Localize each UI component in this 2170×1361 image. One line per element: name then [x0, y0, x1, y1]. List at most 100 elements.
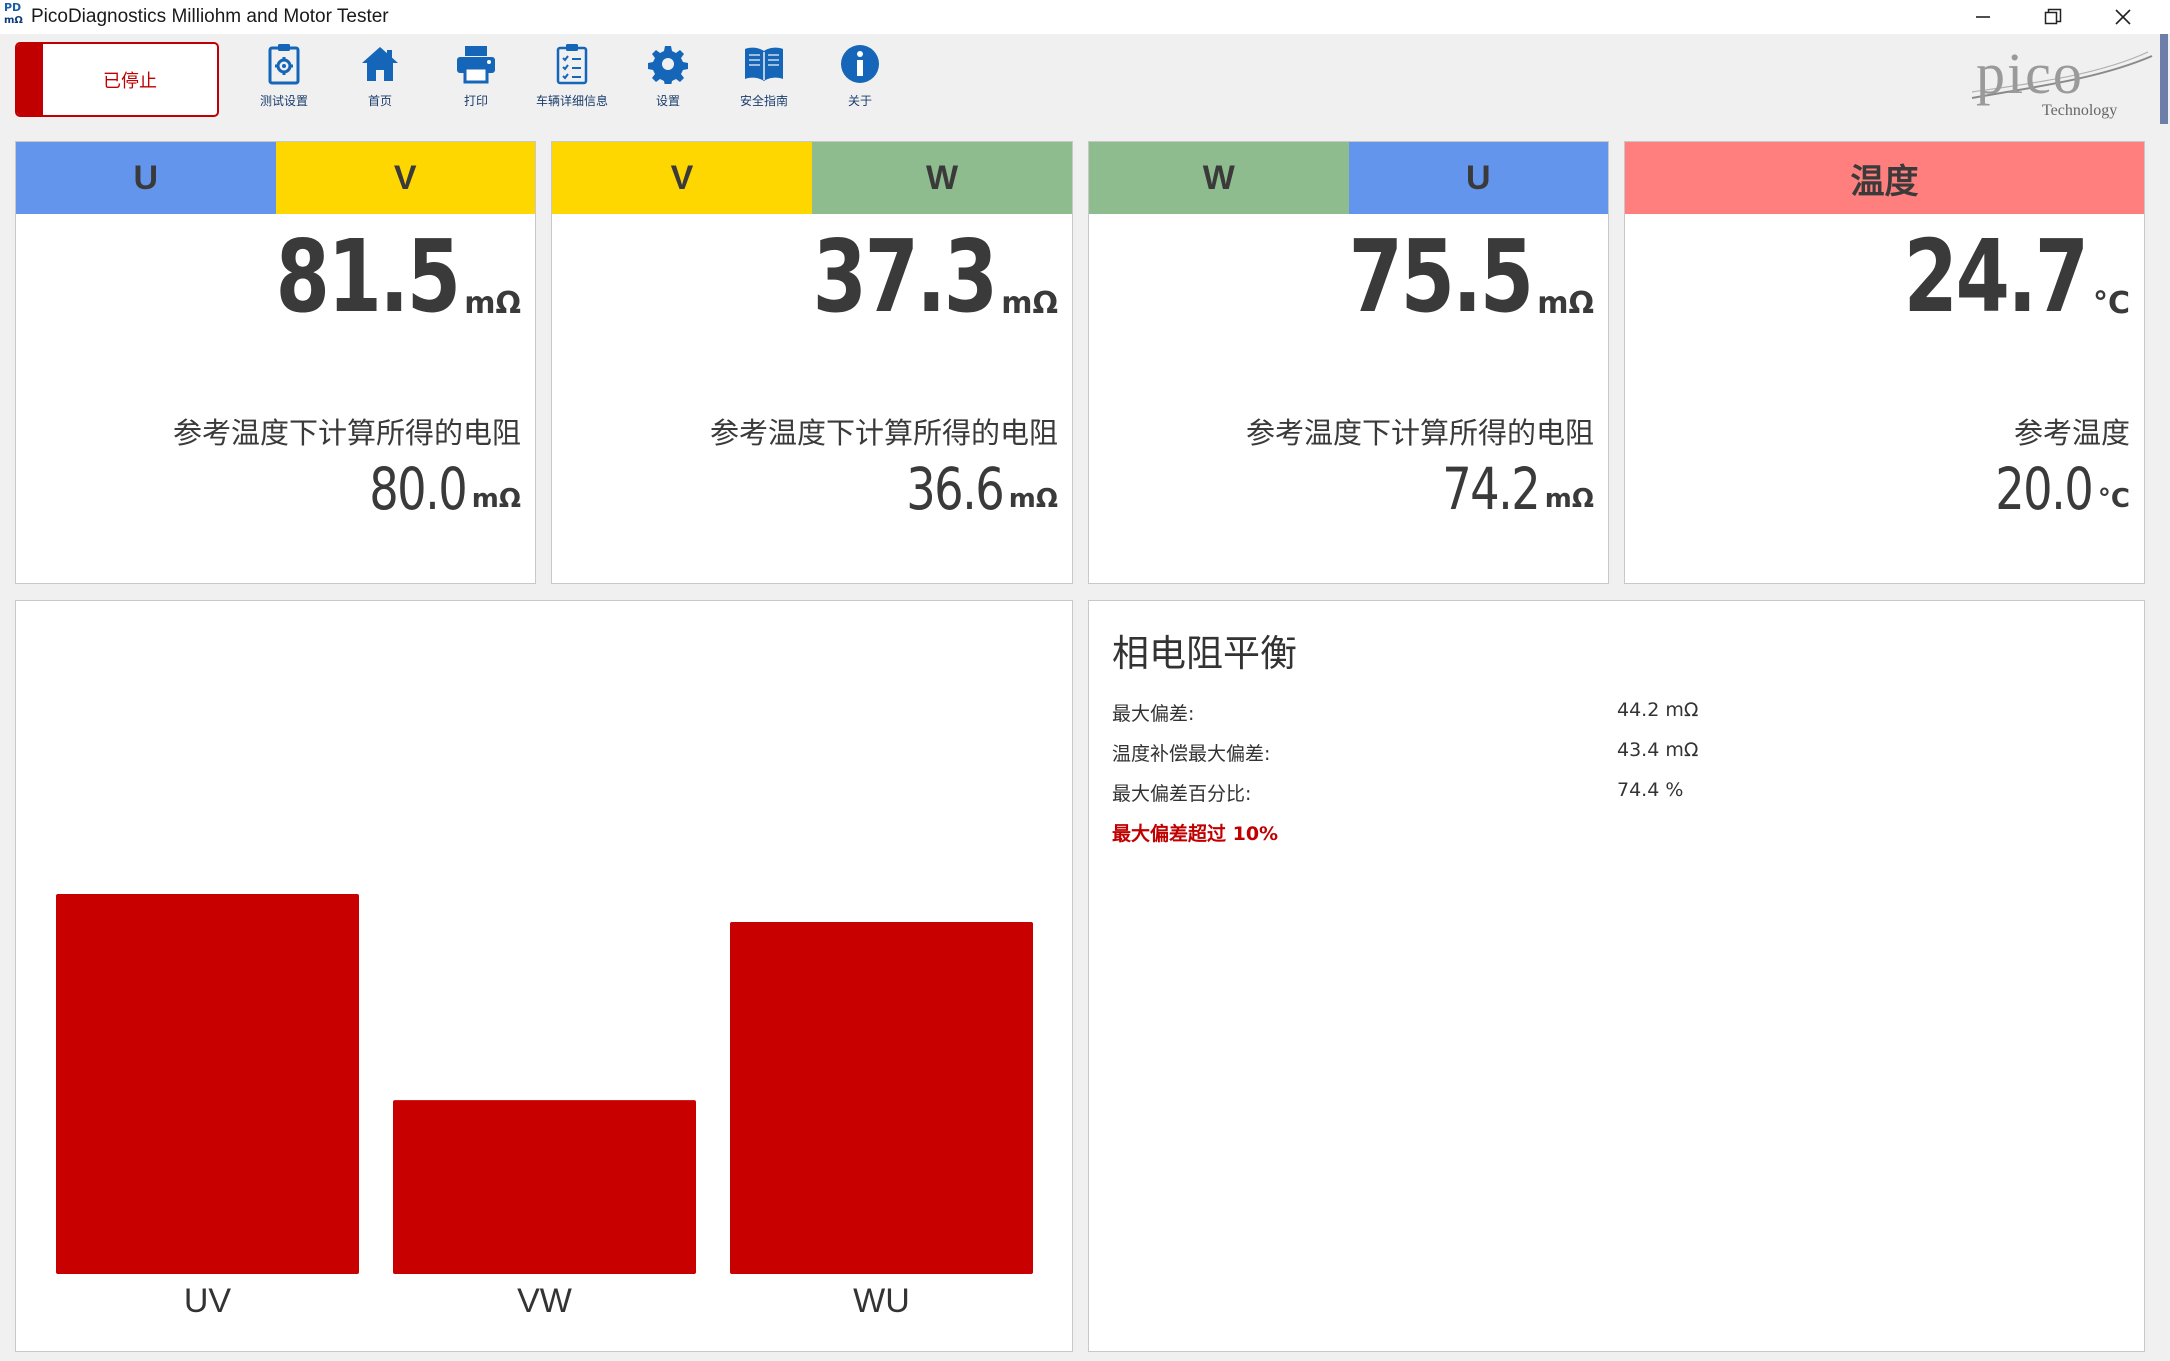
- reference-label: 参考温度下计算所得的电阻: [172, 416, 521, 450]
- reference-temperature-label: 参考温度: [2013, 416, 2130, 450]
- temp-comp-max-deviation-value: 43.4 mΩ: [1617, 739, 1699, 761]
- pico-logo-text: pico: [1976, 41, 2084, 106]
- restore-button[interactable]: [2018, 0, 2088, 34]
- toolbar-test-settings[interactable]: 测试设置: [236, 42, 332, 118]
- test-settings-icon: [236, 42, 332, 86]
- max-deviation-percent-value: 74.4 %: [1617, 779, 1684, 801]
- vw-resistance-card: V W 37.3 mΩ 参考温度下计算所得的电阻 36.6 mΩ: [551, 141, 1073, 584]
- max-deviation-percent-label: 最大偏差百分比:: [1112, 783, 1252, 805]
- book-icon: [716, 42, 812, 86]
- gear-icon: [620, 42, 716, 86]
- reference-value-number: 74.2: [1441, 455, 1541, 523]
- reference-value-number: 36.6: [905, 455, 1005, 523]
- measured-value-unit: mΩ: [1537, 286, 1594, 321]
- title-bar: PD mΩ PicoDiagnostics Milliohm and Motor…: [0, 0, 2170, 34]
- card-header: W U: [1089, 142, 1608, 214]
- max-deviation-value: 44.2 mΩ: [1617, 699, 1699, 721]
- reference-label: 参考温度下计算所得的电阻: [709, 416, 1058, 450]
- stop-indicator-bar: [17, 44, 43, 115]
- balance-title: 相电阻平衡: [1112, 632, 1297, 675]
- temperature-header: 温度: [1625, 142, 2144, 214]
- deviation-warning: 最大偏差超过 10%: [1112, 823, 1279, 845]
- toolbar-about[interactable]: 关于: [812, 42, 908, 118]
- printer-icon: [428, 42, 524, 86]
- reference-temperature: 20.0 °C: [1971, 460, 2130, 518]
- pico-logo-subtext: Technology: [2042, 102, 2118, 119]
- card-header: 温度: [1625, 142, 2144, 214]
- close-button[interactable]: [2088, 0, 2158, 34]
- restore-icon: [2044, 8, 2062, 26]
- reference-label: 参考温度下计算所得的电阻: [1245, 416, 1594, 450]
- bar-label-uv: UV: [184, 1282, 232, 1320]
- stop-status-button[interactable]: 已停止: [15, 42, 219, 117]
- measured-value-unit: mΩ: [464, 286, 521, 321]
- toolbar-home-label: 首页: [367, 94, 392, 108]
- bar-chart: UV VW WU: [56, 894, 1033, 1320]
- toolbar-safety-guide[interactable]: 安全指南: [716, 42, 812, 118]
- measured-temperature-number: 24.7: [1903, 218, 2089, 335]
- toolbar: 已停止 测试设置 首页 打印 车辆详细信息 设置 安全指南 关于 pico Te…: [0, 34, 2170, 128]
- reference-value: 80.0 mΩ: [345, 460, 521, 518]
- measured-value: 75.5 mΩ: [1297, 218, 1594, 335]
- phase-resistance-chart: UV VW WU: [15, 600, 1073, 1352]
- uv-resistance-card: U V 81.5 mΩ 参考温度下计算所得的电阻 80.0 mΩ: [15, 141, 536, 584]
- measured-value-number: 81.5: [275, 218, 460, 335]
- window-title: PicoDiagnostics Milliohm and Motor Teste…: [31, 6, 389, 27]
- close-icon: [2114, 8, 2132, 26]
- measured-value: 37.3 mΩ: [761, 218, 1058, 335]
- temp-comp-max-deviation-label: 温度补偿最大偏差:: [1112, 743, 1271, 765]
- measured-value: 81.5 mΩ: [224, 218, 521, 335]
- phase-v-header: V: [552, 142, 812, 214]
- toolbar-about-label: 关于: [847, 94, 872, 108]
- reference-value: 74.2 mΩ: [1418, 460, 1594, 518]
- max-deviation-label: 最大偏差:: [1112, 703, 1195, 725]
- measured-temperature-unit: °C: [2092, 286, 2130, 321]
- toolbar-home[interactable]: 首页: [332, 42, 428, 118]
- reference-value-unit: mΩ: [1008, 484, 1058, 514]
- toolbar-vehicle-details-label: 车辆详细信息: [535, 94, 608, 108]
- toolbar-settings-label: 设置: [655, 94, 680, 108]
- app-icon-top-text: PD: [4, 1, 22, 14]
- bar-label-vw: VW: [517, 1282, 572, 1320]
- stop-status-label: 已停止: [103, 70, 157, 92]
- info-icon: [812, 42, 908, 86]
- reference-temperature-number: 20.0: [1994, 455, 2094, 523]
- pico-logo: pico Technology: [1966, 40, 2156, 120]
- reference-value: 36.6 mΩ: [882, 460, 1058, 518]
- card-header: U V: [16, 142, 535, 214]
- toolbar-settings[interactable]: 设置: [620, 42, 716, 118]
- app-icon: PD mΩ: [4, 1, 26, 31]
- phase-w-header: W: [812, 142, 1072, 214]
- bar-vw: [393, 1100, 696, 1274]
- wu-resistance-card: W U 75.5 mΩ 参考温度下计算所得的电阻 74.2 mΩ: [1088, 141, 1609, 584]
- right-edge-strip: [2158, 34, 2170, 1361]
- reference-value-number: 80.0: [368, 455, 468, 523]
- phase-w-header: W: [1089, 142, 1349, 214]
- reference-value-unit: mΩ: [471, 484, 521, 514]
- temperature-card: 温度 24.7 °C 参考温度 20.0 °C: [1624, 141, 2145, 584]
- toolbar-safety-guide-label: 安全指南: [739, 94, 788, 108]
- bar-wu: [730, 921, 1033, 1274]
- toolbar-print-label: 打印: [463, 94, 488, 108]
- phase-v-header: V: [275, 142, 535, 214]
- reference-value-unit: mΩ: [1544, 484, 1594, 514]
- toolbar-test-settings-label: 测试设置: [259, 94, 308, 108]
- edge-accent: [2160, 34, 2168, 124]
- app-icon-bottom-text: mΩ: [4, 15, 23, 26]
- phase-u-header: U: [1348, 142, 1608, 214]
- phase-balance-panel: 相电阻平衡 最大偏差: 44.2 mΩ 温度补偿最大偏差: 43.4 mΩ 最大…: [1088, 600, 2145, 1352]
- bar-label-wu: WU: [853, 1282, 910, 1320]
- bar-uv: [56, 894, 359, 1274]
- minimize-icon: [1975, 9, 1991, 25]
- minimize-button[interactable]: [1948, 0, 2018, 34]
- toolbar-vehicle-details[interactable]: 车辆详细信息: [524, 42, 620, 118]
- measured-value-number: 37.3: [812, 218, 997, 335]
- vehicle-details-icon: [524, 42, 620, 86]
- toolbar-print[interactable]: 打印: [428, 42, 524, 118]
- card-header: V W: [552, 142, 1072, 214]
- measured-temperature: 24.7 °C: [1852, 227, 2130, 327]
- reference-temperature-unit: °C: [2097, 484, 2130, 514]
- home-icon: [332, 42, 428, 86]
- measured-value-number: 75.5: [1348, 218, 1533, 335]
- phase-u-header: U: [16, 142, 276, 214]
